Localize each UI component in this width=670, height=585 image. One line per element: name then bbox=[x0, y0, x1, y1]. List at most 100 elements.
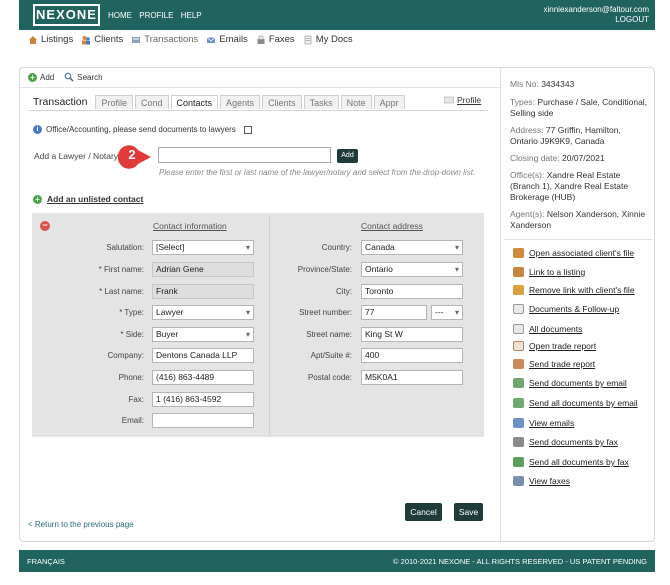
transaction-tabs: Transaction Profile Cond Contacts Agents… bbox=[33, 95, 405, 109]
country-label: Country: bbox=[321, 243, 352, 252]
last-name-label: * Last name: bbox=[99, 287, 144, 296]
search-icon bbox=[64, 72, 74, 82]
tab-profile[interactable]: Profile bbox=[95, 95, 133, 109]
send-all-docs-email-link[interactable]: Send all documents by email bbox=[513, 398, 638, 408]
fax-send-all-icon bbox=[513, 457, 524, 467]
top-nav: HOME PROFILE HELP bbox=[108, 11, 207, 20]
tab-clients[interactable]: Clients bbox=[262, 95, 302, 109]
view-faxes-link[interactable]: View faxes bbox=[513, 476, 570, 486]
open-trade-report-link[interactable]: Open trade report bbox=[513, 341, 596, 351]
all-documents-link[interactable]: All documents bbox=[513, 324, 582, 334]
send-all-docs-fax-link[interactable]: Send all documents by fax bbox=[513, 457, 629, 467]
phone-field[interactable]: (416) 863-4489 bbox=[152, 370, 254, 385]
send-docs-email-link[interactable]: Send documents by email bbox=[513, 378, 627, 388]
send-trade-report-link[interactable]: Send trade report bbox=[513, 359, 595, 369]
street-number-field[interactable]: 77 bbox=[361, 305, 427, 320]
panel-toolbar: + Add Search bbox=[28, 72, 103, 82]
main-nav: Listings Clients Transactions Emails Fax… bbox=[28, 34, 353, 45]
nav-my-docs-label: My Docs bbox=[315, 34, 353, 45]
side-select[interactable]: Buyer bbox=[152, 327, 254, 342]
type-select[interactable]: Lawyer bbox=[152, 305, 254, 320]
open-client-file-link[interactable]: Open associated client's file bbox=[513, 248, 634, 258]
logout-link[interactable]: LOGOUT bbox=[615, 15, 649, 24]
cancel-button[interactable]: Cancel bbox=[405, 503, 442, 521]
return-link[interactable]: < Return to the previous page bbox=[28, 520, 134, 529]
company-field[interactable]: Dentons Canada LLP bbox=[152, 348, 254, 363]
contact-info-heading: Contact information bbox=[153, 221, 227, 231]
sidebar-divider bbox=[504, 239, 652, 240]
city-field[interactable]: Toronto bbox=[361, 284, 463, 299]
nav-faxes-label: Faxes bbox=[268, 34, 295, 45]
closing-row: Closing date: 20/07/2021 bbox=[510, 153, 650, 164]
nav-clients[interactable]: Clients bbox=[81, 34, 123, 45]
send-docs-fax-label: Send documents by fax bbox=[529, 437, 618, 447]
postal-code-label: Postal code: bbox=[307, 373, 352, 382]
tab-tasks[interactable]: Tasks bbox=[303, 95, 339, 109]
country-select[interactable]: Canada bbox=[361, 240, 463, 255]
send-to-lawyers-checkbox[interactable] bbox=[243, 125, 252, 134]
types-label: Types: bbox=[510, 97, 536, 107]
fax-send-icon bbox=[513, 437, 524, 447]
tab-appr[interactable]: Appr bbox=[373, 95, 405, 109]
nav-profile[interactable]: PROFILE bbox=[139, 11, 173, 20]
fax-icon bbox=[513, 476, 524, 486]
search-button-label: Search bbox=[77, 72, 103, 82]
remove-client-link[interactable]: Remove link with client's file bbox=[513, 285, 635, 295]
top-bar: NEXONE HOME PROFILE HELP xinniexanderson… bbox=[19, 0, 655, 30]
toolbar-divider bbox=[20, 87, 500, 88]
link-listing-link[interactable]: Link to a listing bbox=[513, 267, 585, 277]
phone-label: Phone: bbox=[118, 373, 144, 382]
search-button[interactable]: Search bbox=[64, 72, 103, 82]
open-trade-report-label: Open trade report bbox=[529, 341, 597, 351]
email-send-all-icon bbox=[513, 398, 524, 408]
nav-listings[interactable]: Listings bbox=[28, 34, 73, 45]
salutation-select[interactable]: [Select] bbox=[152, 240, 254, 255]
tab-contacts[interactable]: Contacts bbox=[170, 95, 219, 109]
nav-my-docs[interactable]: My Docs bbox=[303, 34, 353, 45]
view-emails-link[interactable]: View emails bbox=[513, 418, 574, 428]
office-note-label: Office/Accounting, please send documents… bbox=[46, 125, 236, 134]
lawyer-search-input[interactable] bbox=[158, 147, 331, 163]
language-link[interactable]: FRANÇAIS bbox=[27, 557, 65, 566]
send-docs-fax-link[interactable]: Send documents by fax bbox=[513, 437, 618, 447]
tab-cond[interactable]: Cond bbox=[134, 95, 169, 109]
nav-transactions[interactable]: Transactions bbox=[131, 34, 198, 45]
house-icon bbox=[513, 267, 524, 277]
remove-contact-icon[interactable]: − bbox=[40, 221, 50, 231]
fax-field[interactable]: 1 (416) 863-4592 bbox=[152, 392, 254, 407]
documents-icon bbox=[513, 324, 524, 334]
province-select[interactable]: Ontario bbox=[361, 262, 463, 277]
documents-followup-link[interactable]: Documents & Follow-up bbox=[513, 304, 619, 314]
transaction-title: Transaction bbox=[33, 96, 88, 108]
email-field[interactable] bbox=[152, 413, 254, 428]
apt-field[interactable]: 400 bbox=[361, 348, 463, 363]
closing-label: Closing date: bbox=[510, 153, 560, 163]
nav-help[interactable]: HELP bbox=[181, 11, 202, 20]
nav-home[interactable]: HOME bbox=[108, 11, 132, 20]
document-icon bbox=[513, 304, 524, 314]
apt-label: Apt/Suite #: bbox=[310, 351, 352, 360]
people-icon bbox=[82, 35, 91, 44]
lawyer-hint: Please enter the first or last name of t… bbox=[159, 168, 476, 177]
tab-note[interactable]: Note bbox=[340, 95, 372, 109]
office-note-row: i Office/Accounting, please send documen… bbox=[33, 125, 252, 134]
side-label: * Side: bbox=[120, 330, 144, 339]
report-icon bbox=[513, 341, 524, 351]
street-suffix-select[interactable]: --- bbox=[431, 305, 463, 320]
type-label: * Type: bbox=[119, 308, 144, 317]
nexone-logo[interactable]: NEXONE bbox=[33, 4, 100, 26]
add-button[interactable]: + Add bbox=[28, 72, 54, 82]
tab-agents[interactable]: Agents bbox=[220, 95, 261, 109]
first-name-label: * First name: bbox=[98, 265, 144, 274]
nav-emails[interactable]: Emails bbox=[206, 34, 248, 45]
add-unlisted-contact[interactable]: + Add an unlisted contact bbox=[33, 194, 143, 204]
street-name-field[interactable]: King St W bbox=[361, 327, 463, 342]
documents-followup-label: Documents & Follow-up bbox=[529, 304, 620, 314]
copyright: © 2010-2021 NEXONE - ALL RIGHTS RESERVED… bbox=[393, 557, 647, 566]
nav-faxes[interactable]: Faxes bbox=[256, 34, 295, 45]
nav-clients-label: Clients bbox=[94, 34, 124, 45]
profile-link[interactable]: Profile bbox=[444, 95, 481, 105]
add-lawyer-button[interactable]: Add bbox=[337, 149, 358, 163]
save-button[interactable]: Save bbox=[454, 503, 483, 521]
postal-code-field[interactable]: M5K0A1 bbox=[361, 370, 463, 385]
